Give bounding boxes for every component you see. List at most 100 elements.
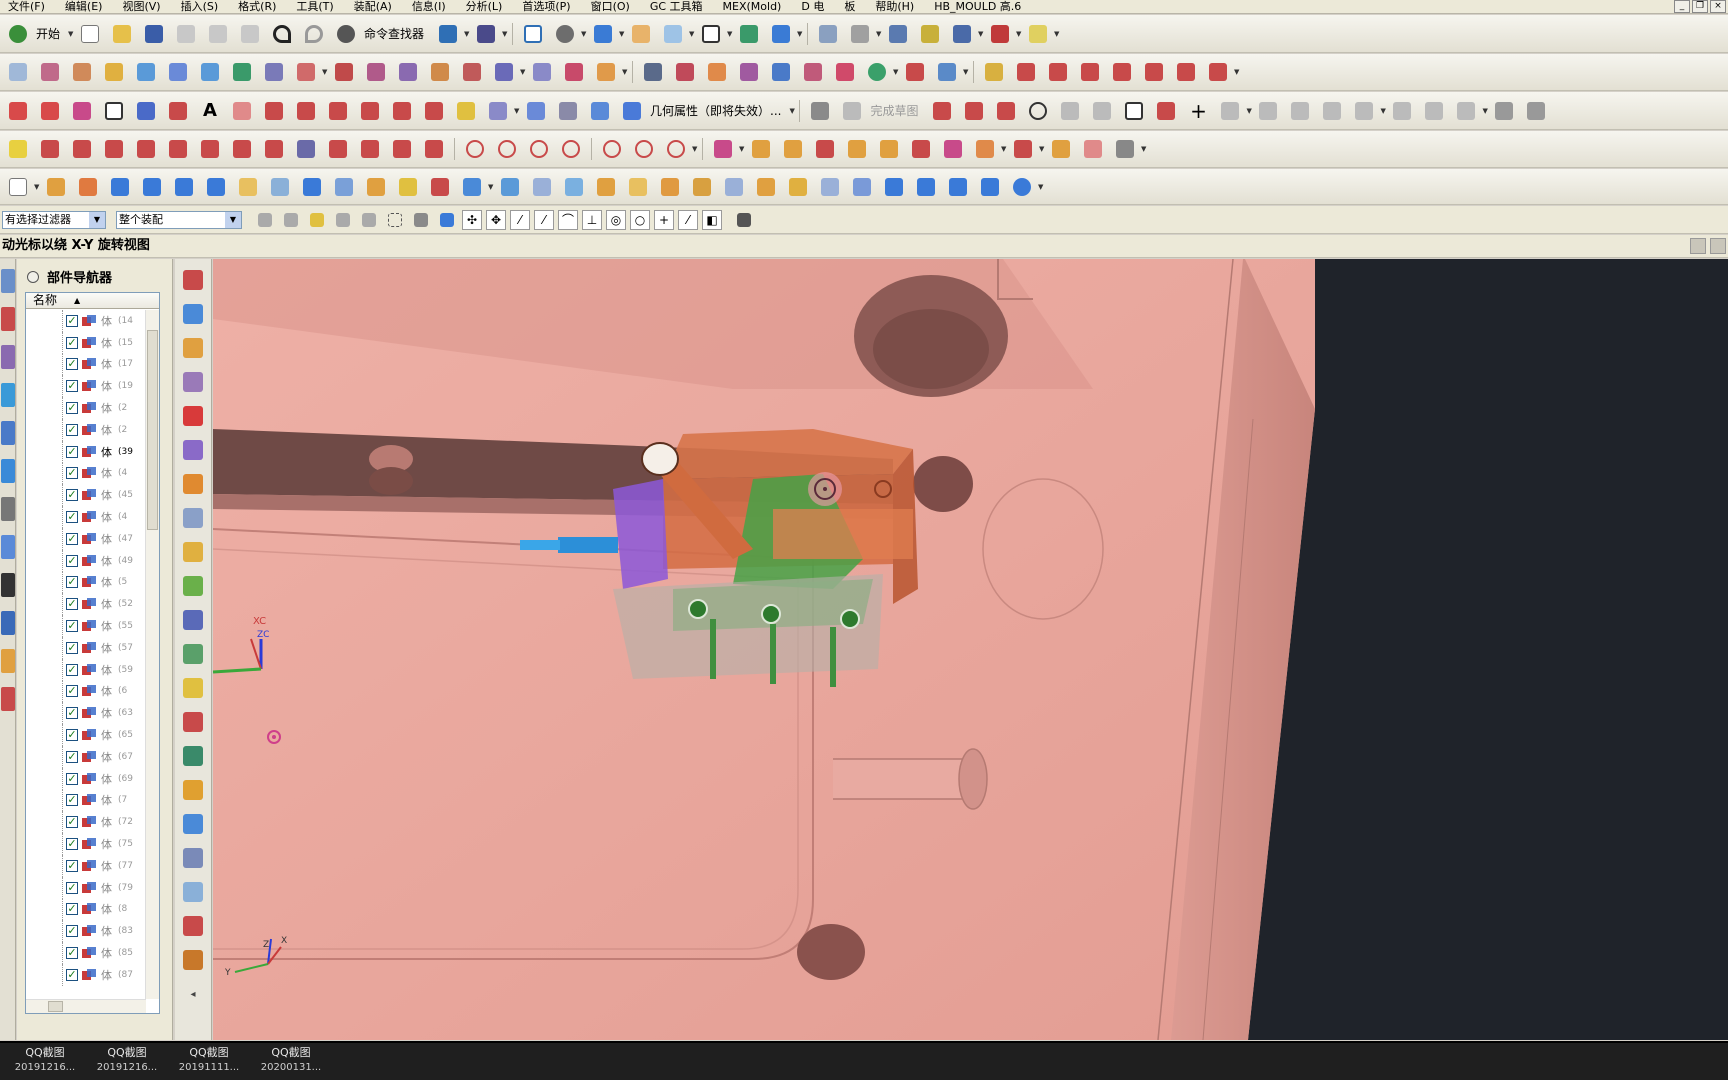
intersect-body-icon[interactable] (331, 174, 357, 200)
emboss-icon[interactable] (940, 136, 966, 162)
sketch-mirror-icon[interactable] (1421, 98, 1447, 124)
paste-icon[interactable] (237, 21, 263, 47)
tree-row[interactable]: ✓ 体 (59 (26, 658, 146, 681)
tree-row[interactable]: ✓ 体 (4 (26, 506, 146, 528)
region-icon[interactable] (180, 437, 206, 463)
point-on-face-icon[interactable] (631, 136, 657, 162)
chevron-down-icon[interactable]: ▼ (622, 68, 628, 76)
chevron-down-icon[interactable]: ▼ (1039, 145, 1045, 153)
fillet-curve-icon[interactable] (1013, 59, 1039, 85)
isoparametric-curve-icon[interactable] (357, 98, 383, 124)
taskbar-item[interactable]: QQ截图 20200131... (250, 1045, 332, 1075)
tree-row[interactable]: ✓ 体 (85 (26, 942, 146, 964)
scrollbar-thumb[interactable] (48, 1001, 63, 1012)
visibility-checkbox[interactable]: ✓ (66, 336, 78, 349)
tree-row[interactable]: ✓ 体 (79 (26, 876, 146, 899)
visibility-checkbox[interactable]: ✓ (66, 511, 78, 524)
make-corner-icon[interactable] (1319, 98, 1345, 124)
pattern-face-icon[interactable] (849, 174, 875, 200)
horizontal-scrollbar[interactable] (26, 999, 146, 1013)
feature-filter-icon[interactable] (281, 210, 301, 230)
show-hide-icon[interactable] (949, 21, 975, 47)
graphics-window[interactable]: XC ZC Z X Y (213, 259, 1728, 1040)
visibility-checkbox[interactable]: ✓ (66, 685, 78, 698)
reuse-library-tab-icon[interactable] (1, 383, 15, 407)
curve-analysis-icon[interactable] (5, 136, 31, 162)
helix-icon[interactable] (389, 98, 415, 124)
visibility-checkbox[interactable]: ✓ (66, 445, 78, 458)
chevron-down-icon[interactable]: ▼ (978, 30, 984, 38)
corner-icon[interactable] (1109, 59, 1135, 85)
i-form-icon[interactable] (561, 59, 587, 85)
circle-arc-icon[interactable] (558, 136, 584, 162)
history-tab-icon[interactable] (1, 497, 15, 521)
visibility-checkbox[interactable]: ✓ (66, 402, 78, 415)
close-button[interactable]: × (1710, 0, 1726, 13)
blend-surface-icon[interactable] (363, 59, 389, 85)
chevron-down-icon[interactable]: ▼ (692, 145, 698, 153)
arc-end-icon[interactable] (357, 136, 383, 162)
menu-item-11[interactable]: GC 工具箱 (642, 0, 715, 13)
bounded-plane-icon[interactable] (261, 59, 287, 85)
select-all-icon[interactable] (411, 210, 431, 230)
selection-scope-dropdown[interactable]: 整个装配 ▼ (116, 210, 242, 229)
section-curve-icon[interactable] (421, 98, 447, 124)
visibility-checkbox[interactable]: ✓ (66, 423, 78, 436)
chevron-down-icon[interactable]: ▼ (963, 68, 969, 76)
snap-tangent-icon[interactable]: ⌒ (558, 209, 578, 230)
tree-row[interactable]: ✓ 体 (55 (26, 615, 146, 637)
chevron-down-icon[interactable]: ▼ (1001, 145, 1007, 153)
process-studio-tab-icon[interactable] (1, 573, 15, 597)
assembly-navigator-tab-icon[interactable] (1, 269, 15, 293)
face-analysis-icon[interactable] (864, 59, 890, 85)
name-column-header[interactable]: 名称 ▲ (26, 293, 159, 309)
snap-midpoint-icon[interactable]: ✥ (486, 209, 506, 230)
sketch-arc-icon[interactable] (993, 98, 1019, 124)
corner-curve-icon[interactable] (421, 136, 447, 162)
visibility-checkbox[interactable]: ✓ (66, 554, 78, 567)
chamfer-body-icon[interactable] (395, 174, 421, 200)
chamfer-curve-icon[interactable] (1141, 59, 1167, 85)
sketch-options-icon[interactable] (1491, 98, 1517, 124)
chevron-down-icon[interactable]: ▼ (797, 30, 803, 38)
frame-icon[interactable] (389, 136, 415, 162)
cone-icon[interactable] (171, 174, 197, 200)
taskbar-item[interactable]: QQ截图 20191216... (86, 1045, 168, 1075)
visibility-checkbox[interactable]: ✓ (66, 947, 78, 959)
visibility-checkbox[interactable]: ✓ (66, 816, 78, 829)
collapse-icon[interactable]: ◂ (180, 981, 206, 1007)
menu-item-3[interactable]: 插入(S) (173, 0, 231, 13)
sphere-face-icon[interactable] (1009, 174, 1035, 200)
constraint-icon[interactable] (1351, 98, 1377, 124)
reset-filter-icon[interactable] (255, 210, 275, 230)
spline-icon[interactable] (1077, 59, 1103, 85)
mirror-curve-icon[interactable] (587, 98, 613, 124)
quick-trim-icon[interactable] (1255, 98, 1281, 124)
visibility-checkbox[interactable]: ✓ (66, 794, 78, 807)
chevron-down-icon[interactable]: ▼ (1482, 107, 1488, 115)
save-icon[interactable] (141, 21, 167, 47)
command-finder-button[interactable]: 命令查找器 (364, 25, 424, 42)
visibility-checkbox[interactable]: ✓ (66, 750, 78, 763)
reflection-icon[interactable] (902, 59, 928, 85)
reposition-icon[interactable] (180, 335, 206, 361)
tree-row[interactable]: ✓ 体 (72 (26, 811, 146, 833)
visibility-checkbox[interactable]: ✓ (66, 663, 78, 676)
rectangle-select-icon[interactable] (385, 210, 405, 230)
new-file-icon[interactable] (77, 21, 103, 47)
n-sided-icon[interactable] (165, 59, 191, 85)
measure-distance-icon[interactable] (1025, 21, 1051, 47)
extrude-icon[interactable] (43, 174, 69, 200)
undo-icon[interactable] (269, 21, 295, 47)
layer-settings-icon[interactable] (815, 21, 841, 47)
curve-rule-icon[interactable] (333, 210, 353, 230)
sketch-settings-icon[interactable] (1523, 98, 1549, 124)
groove-icon[interactable] (876, 136, 902, 162)
snap-point-on-curve-icon[interactable]: ⁄ (678, 209, 698, 230)
parting-icon[interactable] (180, 403, 206, 429)
styled-blend-icon[interactable] (459, 59, 485, 85)
visibility-checkbox[interactable]: ✓ (66, 598, 78, 611)
circle-tangent-icon[interactable] (526, 136, 552, 162)
revolve-icon[interactable] (75, 174, 101, 200)
mirror-body-icon[interactable] (529, 174, 555, 200)
